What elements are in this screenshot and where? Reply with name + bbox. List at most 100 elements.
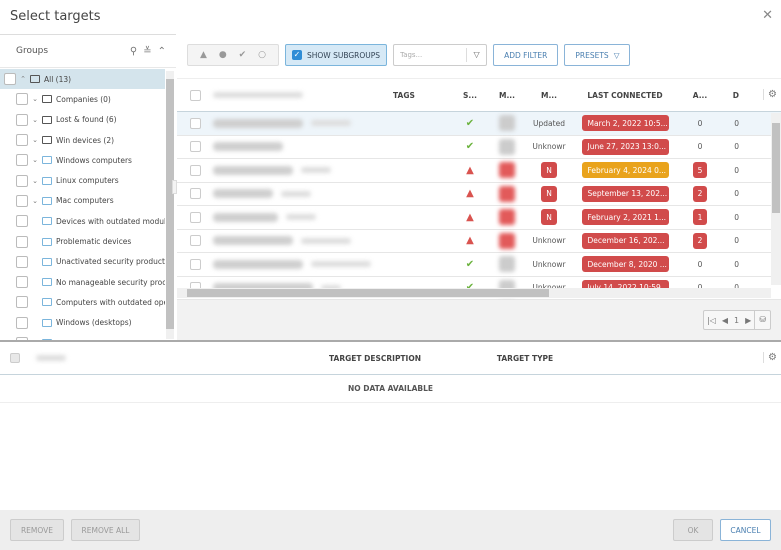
table-row[interactable]: ✔ Unknowr June 27, 2023 13:0... 0 0: [177, 136, 781, 159]
table-row[interactable]: ▲ N February 4, 2024 0... 5 0: [177, 159, 781, 183]
column-header-a[interactable]: A...: [679, 91, 721, 100]
error-icon[interactable]: ●: [219, 50, 227, 60]
tree-item-checkbox[interactable]: [16, 276, 28, 289]
tree-item-checkbox[interactable]: [16, 215, 28, 228]
tags-input[interactable]: Tags... ▽: [393, 44, 488, 66]
select-all-checkbox[interactable]: [189, 89, 201, 101]
column-header-name[interactable]: [213, 92, 393, 98]
tree-item[interactable]: Devices with outdated modul: [0, 211, 165, 231]
tree-item[interactable]: Problematic devices: [0, 231, 165, 251]
selected-targets-table: TARGET DESCRIPTION TARGET TYPE ⚙ NO DATA…: [0, 342, 781, 403]
show-subgroups-toggle[interactable]: ✓ SHOW SUBGROUPS: [285, 44, 388, 66]
table-horizontal-scrollbar[interactable]: [177, 288, 771, 298]
row-checkbox[interactable]: [189, 117, 201, 129]
table-row[interactable]: ✔ Updated March 2, 2022 10:5... 0 0: [177, 112, 781, 136]
a-value: 0: [697, 259, 703, 269]
ok-button[interactable]: OK: [673, 519, 713, 541]
ok-icon[interactable]: ✔: [239, 50, 247, 60]
presets-button[interactable]: PRESETS ▽: [564, 44, 631, 66]
tree-item-checkbox[interactable]: [16, 296, 28, 309]
warning-icon[interactable]: ▲: [200, 50, 207, 60]
first-page-icon[interactable]: |◁: [704, 316, 719, 325]
table-vertical-scrollbar[interactable]: [771, 113, 781, 285]
computer-name-cell: [213, 212, 393, 222]
tree-item-checkbox[interactable]: [16, 134, 28, 147]
gear-icon[interactable]: ⚙: [763, 89, 777, 100]
tree-item-checkbox[interactable]: [16, 174, 28, 187]
row-checkbox[interactable]: [189, 235, 201, 247]
dynamic-folder-icon: [42, 278, 52, 287]
table-row[interactable]: ▲ Unknowr December 16, 202... 2 0: [177, 230, 781, 253]
tree-item-checkbox[interactable]: [16, 154, 28, 167]
m1-cell: [487, 209, 527, 226]
table-row[interactable]: ▲ N September 13, 202... 2 0: [177, 183, 781, 206]
tree-item[interactable]: ⌃ All (13): [0, 69, 165, 90]
column-header-status[interactable]: S...: [453, 91, 487, 100]
tree-item-checkbox[interactable]: [16, 316, 28, 329]
gear-icon[interactable]: ⚙: [763, 352, 777, 363]
column-header-target-type[interactable]: TARGET TYPE: [490, 354, 560, 363]
next-page-icon[interactable]: ▶: [742, 316, 754, 325]
table-row[interactable]: ✔ Unknowr December 8, 2020 ... 0 0: [177, 253, 781, 277]
chevron-up-icon[interactable]: ⌃: [18, 75, 28, 83]
tree-item[interactable]: ⌄ Win devices (2): [0, 130, 165, 150]
cancel-button[interactable]: CANCEL: [720, 519, 771, 541]
status-cell: ▲: [453, 212, 487, 223]
add-filter-button[interactable]: ADD FILTER: [493, 44, 559, 66]
tree-item[interactable]: Windows (desktops): [0, 313, 165, 333]
status-cell: ✔: [453, 259, 487, 270]
chevron-down-icon[interactable]: ⌄: [30, 116, 40, 124]
expand-all-icon[interactable]: ≚: [143, 46, 151, 57]
tree-item[interactable]: ⌄ Linux computers: [0, 170, 165, 190]
tree-item-checkbox[interactable]: [16, 255, 28, 268]
tree-item[interactable]: ⌄ Lost & found (6): [0, 110, 165, 130]
row-checkbox[interactable]: [189, 188, 201, 200]
column-header-target-name[interactable]: [30, 355, 260, 361]
dialog-title: Select targets: [10, 9, 101, 24]
export-icon[interactable]: ⛁: [754, 310, 770, 330]
column-header-m1[interactable]: M...: [487, 91, 527, 100]
tree-item[interactable]: ⌄ Companies (0): [0, 89, 165, 109]
column-header-last-connected[interactable]: LAST CONNECTED: [571, 91, 679, 100]
pager-area: |◁ ◀ 1 ▶ ⛁: [177, 300, 781, 340]
prev-page-icon[interactable]: ◀: [719, 316, 731, 325]
column-header-d[interactable]: D: [721, 91, 743, 100]
remove-button[interactable]: REMOVE: [10, 519, 64, 541]
column-header-tags[interactable]: TAGS: [393, 91, 453, 100]
tree-item[interactable]: ⌄ Mac computers: [0, 191, 165, 211]
select-all-targets-checkbox[interactable]: [10, 353, 20, 363]
a-cell: 5: [679, 162, 721, 179]
column-header-target-description[interactable]: TARGET DESCRIPTION: [260, 354, 490, 363]
groups-scrollbar[interactable]: [166, 71, 174, 339]
chevron-down-icon[interactable]: ⌄: [30, 95, 40, 103]
column-header-m2[interactable]: M...: [527, 91, 571, 100]
remove-all-button[interactable]: REMOVE ALL: [71, 519, 140, 541]
none-icon[interactable]: ○: [258, 50, 266, 60]
row-checkbox[interactable]: [189, 141, 201, 153]
chevron-down-icon[interactable]: ⌄: [30, 156, 40, 164]
d-cell: 0: [734, 142, 739, 152]
last-connected-badge: February 4, 2024 0...: [581, 162, 669, 179]
tree-item-checkbox[interactable]: [16, 113, 28, 126]
tree-item-checkbox[interactable]: [16, 235, 28, 248]
tree-item[interactable]: Unactivated security product: [0, 252, 165, 272]
row-checkbox[interactable]: [189, 211, 201, 223]
tree-item-checkbox[interactable]: [4, 73, 16, 86]
chevron-down-icon[interactable]: ⌄: [30, 197, 40, 205]
search-icon[interactable]: ⚲: [130, 46, 137, 57]
chevron-down-icon[interactable]: ▽: [466, 48, 486, 62]
table-row[interactable]: ▲ N February 2, 2021 1... 1 0: [177, 206, 781, 230]
tree-item[interactable]: Computers with outdated ope: [0, 292, 165, 312]
close-icon[interactable]: ✕: [762, 8, 773, 23]
tree-item-checkbox[interactable]: [16, 194, 28, 207]
tree-item[interactable]: No manageable security proc: [0, 272, 165, 292]
chevron-down-icon[interactable]: ⌄: [30, 177, 40, 185]
tree-item[interactable]: ⌄ Windows computers: [0, 150, 165, 170]
collapse-all-icon[interactable]: ⌃: [158, 46, 166, 57]
ok-icon: ✔: [465, 117, 475, 129]
row-checkbox[interactable]: [189, 258, 201, 270]
chevron-down-icon[interactable]: ⌄: [30, 136, 40, 144]
tree-item-checkbox[interactable]: [16, 93, 28, 106]
dynamic-folder-icon: [42, 237, 52, 246]
row-checkbox[interactable]: [189, 164, 201, 176]
